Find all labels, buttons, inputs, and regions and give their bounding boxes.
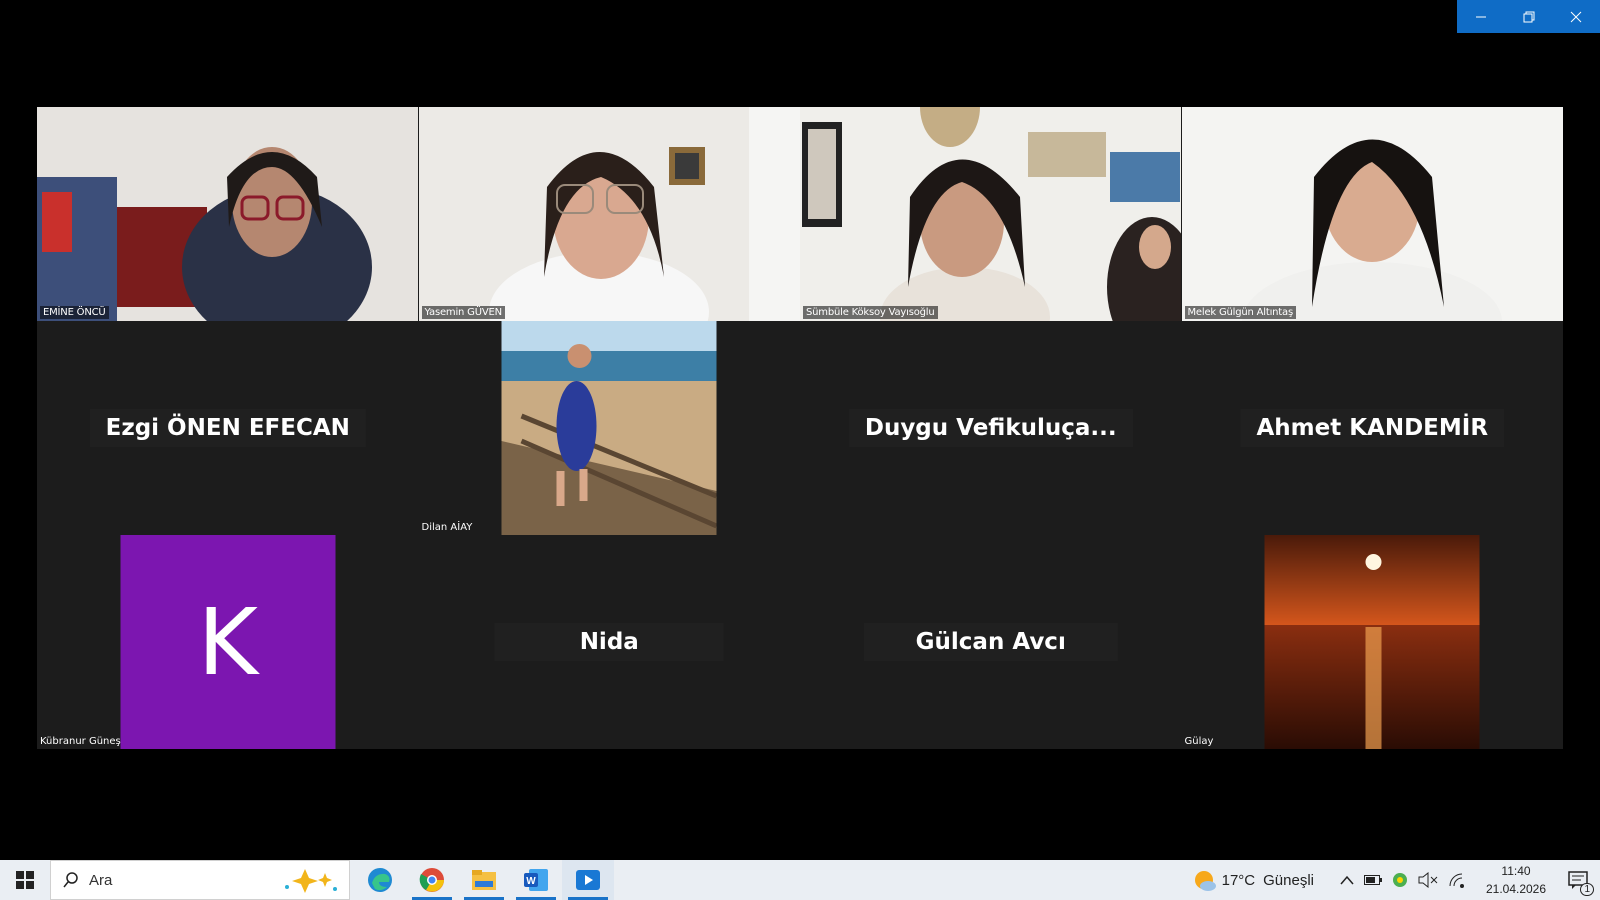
sun-icon	[1194, 871, 1216, 891]
participant-name: Sümbüle Köksoy Vayısoğlu	[803, 306, 938, 319]
video-feed	[1181, 107, 1563, 321]
chrome-button[interactable]	[406, 860, 458, 900]
search-box[interactable]: Ara	[50, 860, 350, 900]
restore-icon	[1523, 11, 1534, 22]
participant-name: Melek Gülgün Altıntaş	[1184, 306, 1296, 319]
participant-tile[interactable]: Gülay	[1182, 535, 1564, 749]
speaker-muted-icon[interactable]	[1418, 872, 1438, 888]
close-icon	[1570, 11, 1582, 22]
edge-icon	[368, 868, 392, 892]
participant-tile[interactable]: Ezgi ÖNEN EFECAN	[37, 321, 419, 535]
participant-tile[interactable]: Ahmet KANDEMİR	[1182, 321, 1564, 535]
clock-date: 21.04.2026	[1485, 882, 1547, 896]
word-icon: W	[524, 869, 548, 891]
edge-button[interactable]	[354, 860, 406, 900]
participant-tile[interactable]: Sümbüle Köksoy Vayısoğlu	[800, 107, 1182, 321]
video-feed	[37, 107, 418, 321]
file-explorer-button[interactable]	[458, 860, 510, 900]
participant-tile[interactable]: EMİNE ÖNCÜ	[37, 107, 419, 321]
profile-photo	[501, 321, 717, 535]
avatar-initial: K	[197, 588, 258, 696]
svg-text:W: W	[526, 876, 536, 887]
taskbar: Ara W 17°C Güneşli 11:40 21.04.2026 1	[0, 860, 1600, 900]
participant-tile[interactable]: K Kübranur Güneş	[37, 535, 419, 749]
participant-display-name: Gülcan Avcı	[863, 623, 1118, 661]
clock[interactable]: 11:40 21.04.2026	[1476, 862, 1556, 898]
participant-tile[interactable]: Yasemin GÜVEN	[418, 107, 801, 321]
system-tray: 17°C Güneşli 11:40 21.04.2026 1	[1192, 860, 1600, 900]
chevron-up-icon[interactable]	[1340, 875, 1354, 885]
participant-name: EMİNE ÖNCÜ	[40, 306, 109, 319]
participant-tile[interactable]: Melek Gülgün Altıntaş	[1181, 107, 1564, 321]
windows-logo-icon	[16, 871, 34, 889]
participant-display-name: Ezgi ÖNEN EFECAN	[89, 409, 366, 447]
weather-condition: Güneşli	[1263, 871, 1314, 889]
notification-count: 1	[1580, 883, 1594, 896]
media-player-button[interactable]	[562, 860, 614, 900]
minimize-button[interactable]	[1457, 0, 1505, 33]
battery-icon[interactable]	[1364, 875, 1382, 885]
copilot-sparkle-icon	[285, 869, 337, 893]
weather-temp: 17°C	[1221, 871, 1256, 889]
notification-button[interactable]: 1	[1556, 860, 1600, 900]
search-placeholder: Ara	[89, 871, 113, 889]
participant-name: Dilan AİAY	[421, 522, 473, 533]
participant-name: Kübranur Güneş	[40, 736, 121, 747]
media-player-icon	[576, 870, 600, 890]
minimize-icon	[1475, 16, 1486, 17]
word-button[interactable]: W	[510, 860, 562, 900]
participant-tile[interactable]: Duygu Vefikuluça...	[800, 321, 1182, 535]
chrome-icon	[419, 868, 444, 892]
tray-icons	[1340, 872, 1466, 888]
participant-display-name: Duygu Vefikuluça...	[848, 409, 1133, 447]
participant-display-name: Ahmet KANDEMİR	[1240, 409, 1505, 447]
participant-name: Yasemin GÜVEN	[421, 306, 505, 319]
participant-tile[interactable]: Gülcan Avcı	[800, 535, 1182, 749]
video-feed	[418, 107, 800, 321]
clock-time: 11:40	[1501, 864, 1531, 878]
file-explorer-icon	[472, 870, 496, 890]
participant-name: Gülay	[1184, 736, 1214, 747]
participant-grid: EMİNE ÖNCÜ Yasemin GÜVEN Sümbüle Köksoy …	[37, 107, 1563, 749]
app-tray-icon[interactable]	[1392, 872, 1408, 888]
close-button[interactable]	[1552, 0, 1600, 33]
participant-tile[interactable]: Nida	[419, 535, 801, 749]
participant-tile[interactable]: Dilan AİAY	[419, 321, 801, 535]
initial-avatar: K	[120, 535, 336, 749]
search-icon	[63, 872, 78, 888]
wifi-icon[interactable]	[1448, 872, 1466, 888]
profile-photo	[1264, 535, 1480, 749]
participant-display-name: Nida	[494, 623, 724, 661]
window-controls	[1457, 0, 1600, 33]
video-feed	[800, 107, 1182, 321]
weather-widget[interactable]: 17°C Güneşli	[1192, 868, 1314, 892]
restore-button[interactable]	[1505, 0, 1553, 33]
start-button[interactable]	[0, 860, 50, 900]
